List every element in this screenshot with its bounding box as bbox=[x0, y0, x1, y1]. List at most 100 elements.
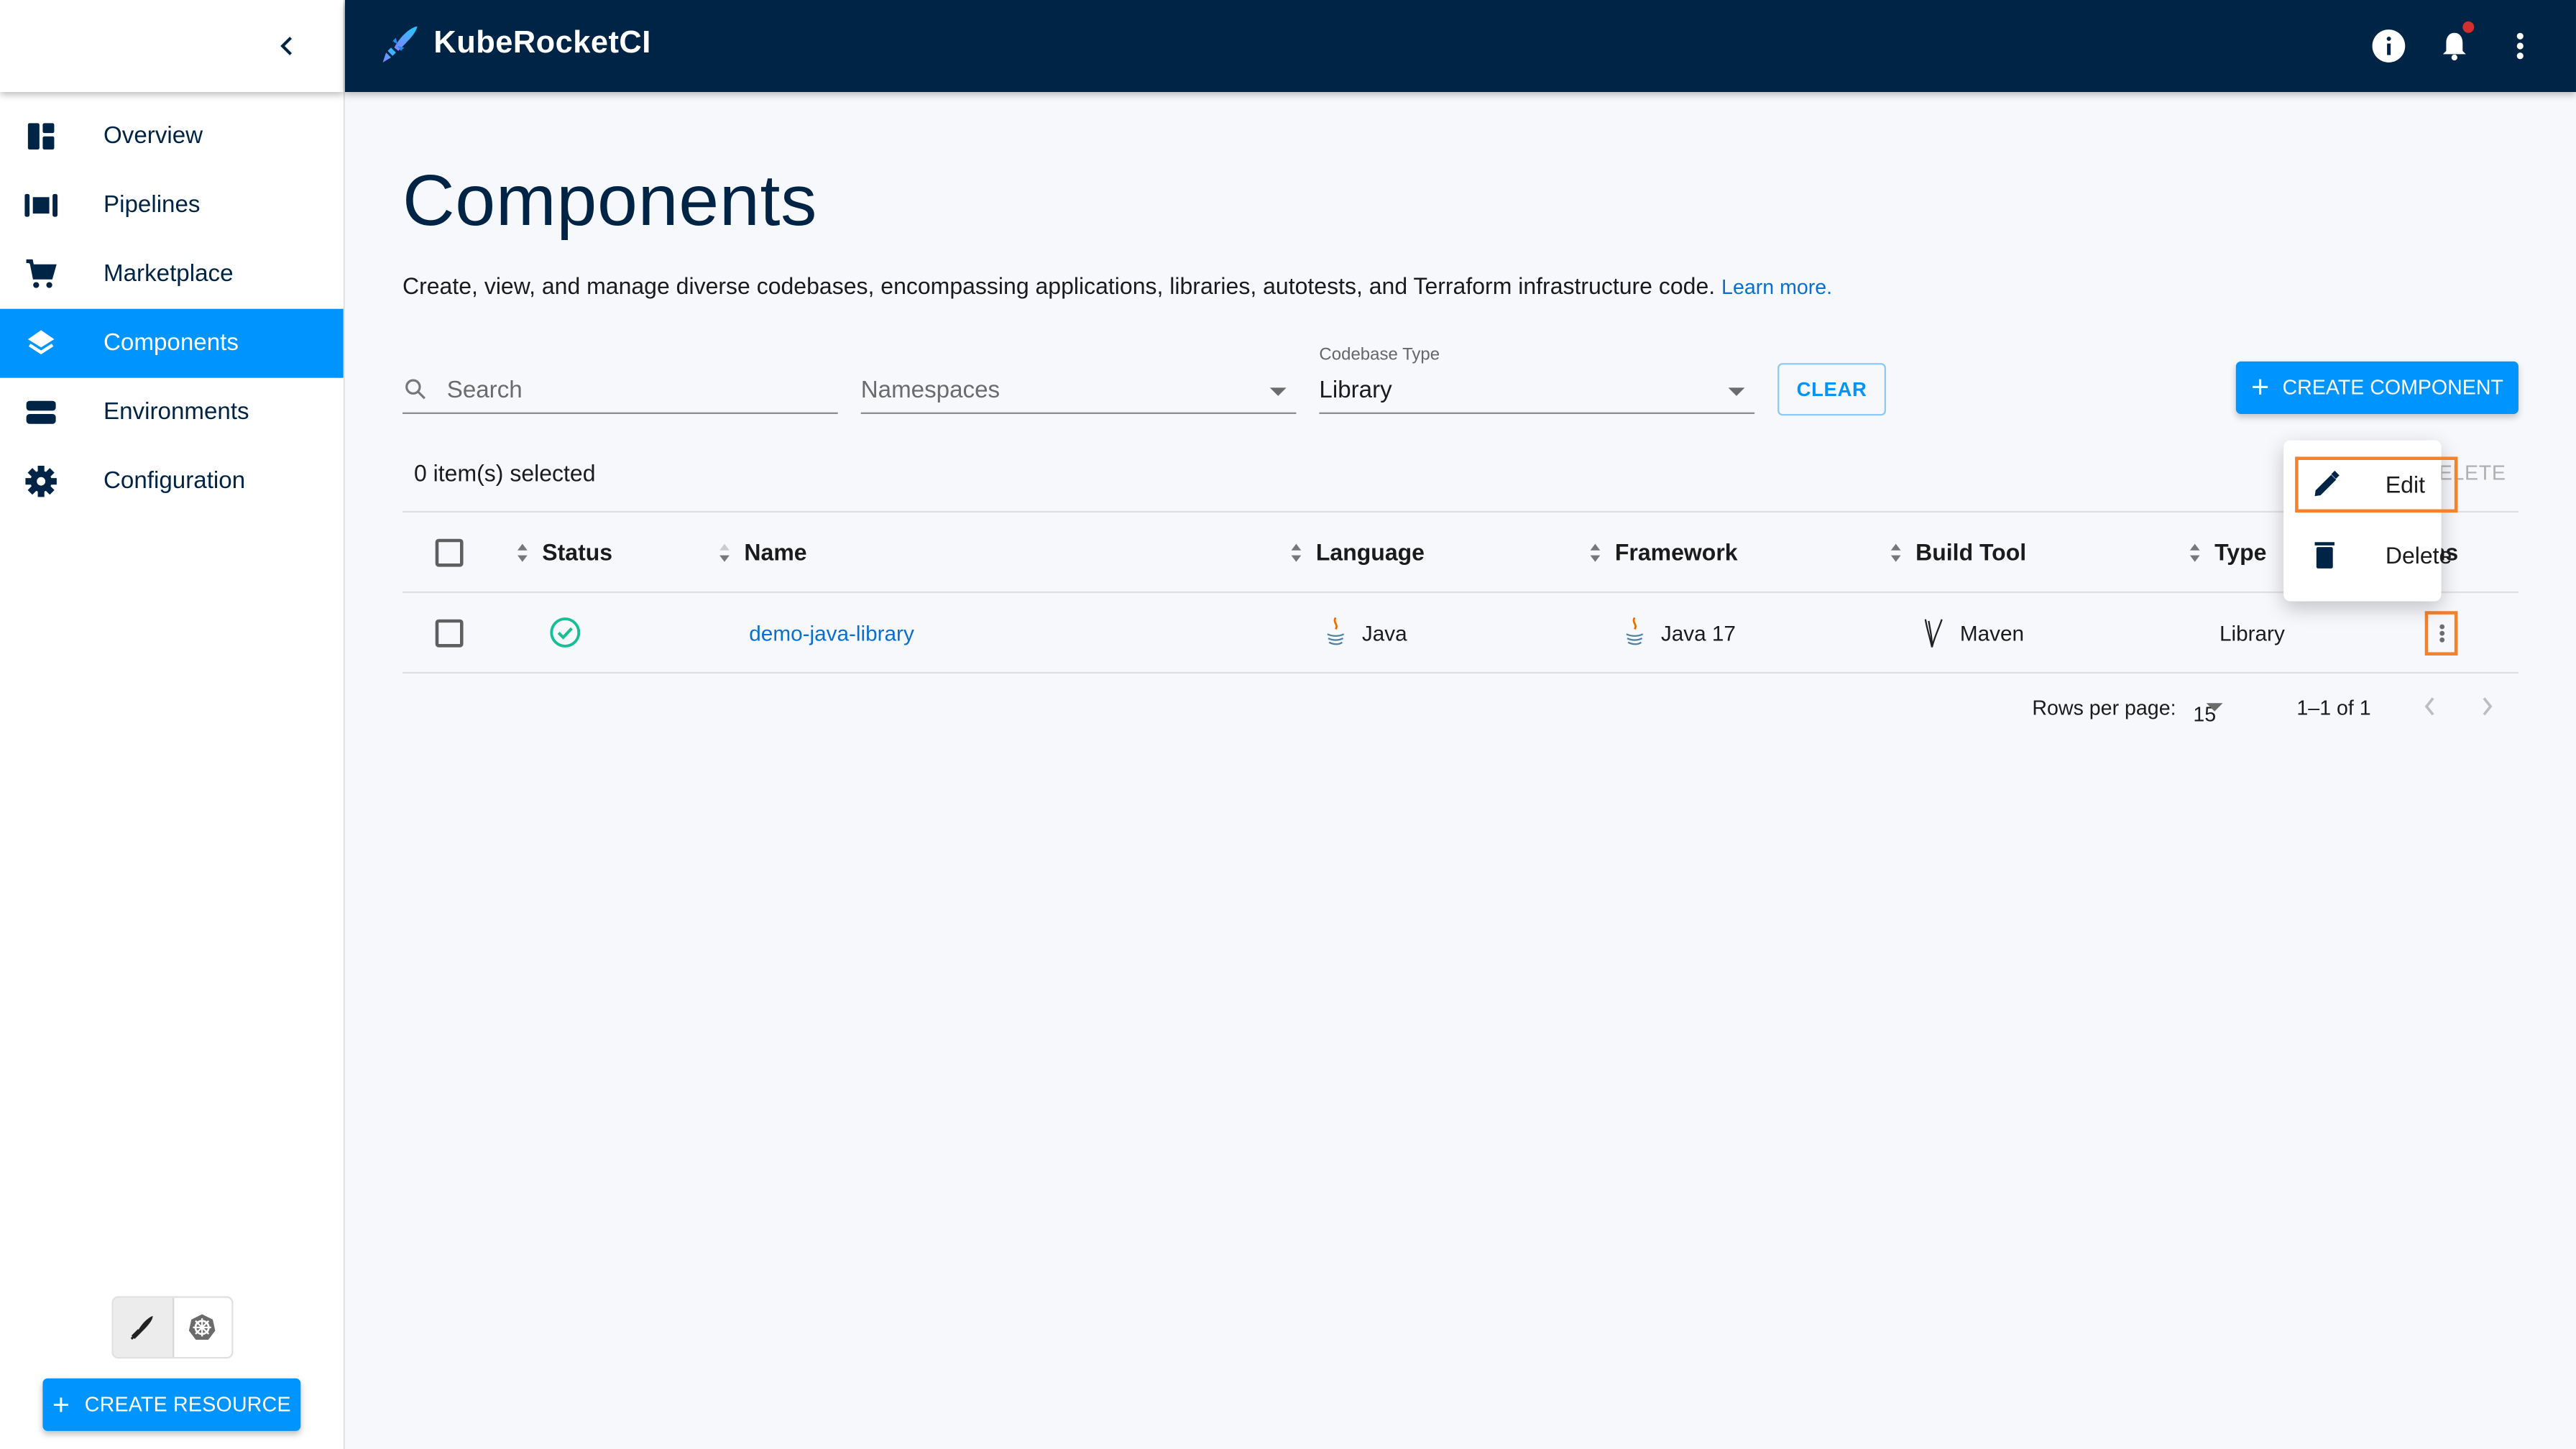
search-icon bbox=[405, 379, 426, 400]
maven-icon bbox=[1924, 619, 1943, 648]
column-label: Type bbox=[2214, 538, 2267, 566]
learn-more-link[interactable]: Learn more. bbox=[1721, 276, 1832, 299]
components-table: Status Name Language Framework Build Too… bbox=[402, 510, 2518, 674]
chevron-right-icon bbox=[2483, 697, 2493, 716]
create-component-label: CREATE COMPONENT bbox=[2282, 376, 2503, 400]
header-actions bbox=[2342, 21, 2540, 66]
notifications-bell-icon bbox=[2442, 32, 2466, 61]
column-header-build-tool[interactable]: Build Tool bbox=[1890, 512, 2026, 592]
column-header-name[interactable]: Name bbox=[719, 512, 807, 592]
dropdown-caret-icon bbox=[1728, 387, 1745, 396]
column-label: Language bbox=[1315, 538, 1425, 566]
namespaces-placeholder: Namespaces bbox=[860, 377, 1000, 405]
sidebar: Overview Pipelines Marketplace Component… bbox=[0, 0, 345, 1449]
create-resource-label: CREATE RESOURCE bbox=[84, 1393, 291, 1417]
search-placeholder: Search bbox=[446, 377, 523, 405]
column-label: Name bbox=[744, 538, 807, 566]
sidebar-item-label: Overview bbox=[103, 123, 203, 150]
menu-item-delete[interactable]: Delete bbox=[2283, 525, 2452, 584]
column-header-language[interactable]: Language bbox=[1291, 512, 1425, 592]
sidebar-item-marketplace[interactable]: Marketplace bbox=[0, 240, 344, 309]
sort-icon bbox=[719, 543, 730, 561]
sidebar-item-label: Environments bbox=[103, 399, 249, 426]
row-actions-button[interactable] bbox=[2424, 611, 2458, 656]
sidebar-header bbox=[0, 0, 344, 92]
sort-icon bbox=[2189, 543, 2200, 561]
krci-rocket-icon bbox=[130, 1315, 152, 1340]
kubernetes-icon bbox=[189, 1314, 216, 1340]
main-content: Components Create, view, and manage dive… bbox=[402, 92, 2518, 726]
codebase-type-value: Library bbox=[1319, 377, 1392, 405]
sidebar-item-label: Marketplace bbox=[103, 261, 234, 288]
cart-icon bbox=[24, 258, 58, 291]
next-page-button[interactable] bbox=[2479, 694, 2496, 724]
sort-icon bbox=[517, 543, 528, 561]
pagination: Rows per page: 15 1–1 of 1 bbox=[2032, 690, 2518, 730]
dashboard-icon bbox=[24, 120, 58, 153]
create-component-button[interactable]: + CREATE COMPONENT bbox=[2235, 361, 2518, 414]
more-vert-icon bbox=[2439, 622, 2444, 644]
menu-item-edit[interactable]: Edit bbox=[2295, 456, 2458, 513]
java-icon bbox=[1327, 617, 1345, 645]
layers-icon bbox=[24, 327, 58, 360]
name-cell: demo-java-library bbox=[749, 593, 914, 672]
column-label: Status bbox=[542, 538, 613, 566]
more-options-button[interactable] bbox=[2501, 27, 2540, 66]
codebase-type-select[interactable]: Library bbox=[1319, 355, 1755, 414]
sidebar-item-components[interactable]: Components bbox=[0, 308, 344, 378]
component-name-link[interactable]: demo-java-library bbox=[749, 620, 914, 645]
page-range: 1–1 of 1 bbox=[2296, 696, 2371, 720]
filters-bar: Search Namespaces Codebase Type Library … bbox=[402, 345, 2518, 420]
menu-item-label: Edit bbox=[2385, 471, 2425, 498]
search-input[interactable]: Search bbox=[402, 355, 838, 414]
selected-count: 0 item(s) selected bbox=[413, 459, 596, 487]
sidebar-item-overview[interactable]: Overview bbox=[0, 102, 344, 171]
column-header-status[interactable]: Status bbox=[517, 512, 613, 592]
brand-name: KubeRocketCI bbox=[433, 26, 651, 61]
info-button[interactable] bbox=[2369, 27, 2409, 66]
build-tool-cell: Maven bbox=[1920, 593, 2024, 672]
table-row: demo-java-library Java Java 17 Maven Lib… bbox=[402, 593, 2518, 674]
namespaces-select[interactable]: Namespaces bbox=[860, 355, 1297, 414]
sidebar-item-configuration[interactable]: Configuration bbox=[0, 447, 344, 516]
java-icon bbox=[1626, 617, 1644, 645]
sidebar-item-pipelines[interactable]: Pipelines bbox=[0, 171, 344, 240]
collapse-sidebar-button[interactable] bbox=[272, 29, 302, 63]
type-cell: Library bbox=[2220, 593, 2285, 672]
info-icon bbox=[2372, 29, 2406, 63]
kubernetes-mode-button[interactable] bbox=[173, 1298, 231, 1357]
chevron-left-icon bbox=[280, 37, 293, 55]
plus-icon: + bbox=[52, 1388, 70, 1422]
language-value: Java bbox=[1361, 620, 1407, 645]
previous-page-button[interactable] bbox=[2421, 694, 2438, 724]
notification-badge bbox=[2462, 21, 2475, 33]
notifications-button[interactable] bbox=[2434, 21, 2475, 66]
sidebar-item-environments[interactable]: Environments bbox=[0, 378, 344, 447]
table-header: Status Name Language Framework Build Too… bbox=[402, 510, 2518, 594]
page-description: Create, view, and manage diverse codebas… bbox=[402, 272, 2518, 299]
page-title: Components bbox=[402, 160, 818, 242]
gear-icon bbox=[24, 465, 58, 498]
sort-icon bbox=[1291, 543, 1302, 561]
select-all-checkbox[interactable] bbox=[435, 538, 464, 566]
krci-logo-icon bbox=[382, 26, 418, 63]
clear-filters-button[interactable]: CLEAR bbox=[1777, 363, 1886, 416]
column-header-type[interactable]: Type bbox=[2189, 512, 2267, 592]
dropdown-caret-icon bbox=[2206, 703, 2223, 712]
environments-icon bbox=[24, 396, 58, 429]
krci-mode-button[interactable] bbox=[113, 1297, 174, 1357]
trash-icon bbox=[2314, 542, 2334, 569]
create-resource-button[interactable]: + CREATE RESOURCE bbox=[42, 1378, 301, 1431]
sidebar-nav: Overview Pipelines Marketplace Component… bbox=[0, 102, 344, 516]
sort-icon bbox=[1590, 543, 1601, 561]
brand-logo[interactable]: KubeRocketCI bbox=[378, 23, 651, 65]
more-vert-icon bbox=[2516, 32, 2524, 60]
framework-cell: Java 17 bbox=[1622, 593, 1736, 672]
status-cell bbox=[548, 593, 581, 672]
language-cell: Java bbox=[1322, 593, 1407, 672]
type-value: Library bbox=[2219, 620, 2285, 645]
dropdown-caret-icon bbox=[1269, 387, 1287, 396]
column-header-framework[interactable]: Framework bbox=[1590, 512, 1738, 592]
row-checkbox[interactable] bbox=[435, 618, 464, 647]
plus-icon: + bbox=[2250, 370, 2270, 405]
